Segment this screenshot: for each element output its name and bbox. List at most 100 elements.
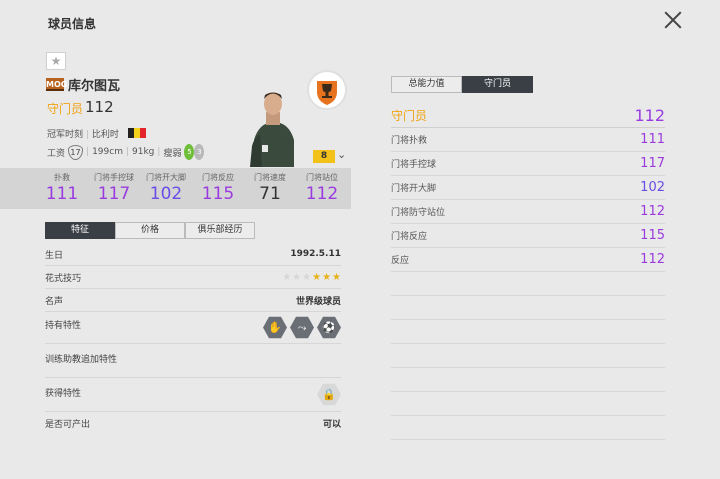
stat-value: 117 [97,184,131,204]
ability-row: 门将扑救 111 [391,128,665,152]
lock-icon: 🔒 [317,383,341,406]
ability-header-value: 112 [634,106,665,125]
club-nation-line: 冠军时刻 | 比利时 [47,130,119,140]
fame-value: 世界级球员 [295,296,341,307]
left-foot-value: 5 [184,144,195,160]
ability-value: 112 [640,252,665,267]
tab-goalkeeper[interactable]: 守门员 [462,76,533,93]
ability-empty-row [391,416,665,440]
nation-name: 比利时 [91,130,119,140]
coach-traits-label: 训练助教追加特性 [45,355,118,365]
favorite-star-icon[interactable]: ★ [46,52,66,70]
ability-value: 102 [640,180,665,195]
stat-label: 门将站位 [306,173,338,182]
tab-overall-ability[interactable]: 总能力值 [391,76,462,93]
ability-value: 115 [640,228,665,243]
body-type: 瘦弱 [163,148,182,159]
stat-item: 扑救 111 [36,168,88,209]
skill-row: 花式技巧 ★ ★ ★ ★ ★ ★ [45,266,341,289]
stat-label: 门将速度 [254,173,286,182]
star-icon: ★ [322,271,332,283]
kick-trait-icon[interactable]: ⚽ [317,316,341,339]
ability-empty-row [391,344,665,368]
birthday-row: 生日 1992.5.11 [45,243,341,266]
weight-value: 91kg [132,147,155,157]
ability-empty-row [391,320,665,344]
trait-icons: ✋ ⤳ ⚽ [263,316,341,340]
level-badge[interactable]: 8 [313,150,335,163]
ability-row: 门将开大脚 102 [391,176,665,200]
salary-value: 17 [68,144,84,160]
page-title: 球员信息 [48,17,97,31]
club-name: 冠军时刻 [47,130,84,140]
info-tabs: 特征 价格 俱乐部经历 [45,222,255,239]
ability-label: 门将扑救 [391,136,428,146]
stat-label: 扑救 [54,173,70,182]
stat-value: 112 [305,184,339,204]
ability-label: 门将反应 [391,232,428,242]
ability-label: 门将开大脚 [391,184,437,194]
ability-row: 反应 112 [391,248,665,272]
glove-trait-icon[interactable]: ✋ [263,316,287,339]
coach-traits-row: 训练助教追加特性 [45,344,341,378]
star-icon: ★ [332,271,341,283]
ability-row: 门将防守站位 112 [391,200,665,224]
ability-label: 门将防守站位 [391,208,446,218]
player-photo [248,90,300,167]
stat-item: 门将反应 115 [192,168,244,209]
player-overall: 112 [85,98,114,116]
acquire-traits-row: 获得特性 🔒 [45,378,341,412]
fame-row: 名声 世界级球员 [45,289,341,312]
stat-label: 门将开大脚 [146,173,186,182]
tab-price[interactable]: 价格 [115,222,185,239]
player-position: 守门员 [47,102,84,116]
tab-features[interactable]: 特征 [45,222,115,239]
player-name: 库尔图瓦 [68,79,121,94]
star-icon: ★ [302,271,312,283]
stat-value: 102 [149,184,183,204]
stat-label: 门将手控球 [94,173,134,182]
salary-label: 工资 [47,148,66,159]
tab-club-history[interactable]: 俱乐部经历 [185,222,255,239]
main-stats-bar: 扑救 111 门将手控球 117 门将开大脚 102 门将反应 115 门将速度 71 门将站位 11… [0,168,351,209]
stat-value: 111 [45,184,79,204]
ability-label: 反应 [391,256,410,266]
stat-item: 门将手控球 117 [88,168,140,209]
chevron-down-icon[interactable]: ⌄ [337,148,346,161]
stat-item: 门将站位 112 [296,168,348,209]
skill-stars: ★ ★ ★ ★ ★ ★ [282,272,341,283]
fame-label: 名声 [45,296,64,307]
acquire-traits-label: 获得特性 [45,389,82,399]
ability-empty-row [391,392,665,416]
ability-header-label: 守门员 [391,109,428,123]
dive-trait-icon[interactable]: ⤳ [290,316,314,339]
ability-label: 门将手控球 [391,160,437,170]
produce-row: 是否可产出 可以 [45,412,341,435]
stat-item: 门将开大脚 102 [140,168,192,209]
ability-row: 门将手控球 117 [391,152,665,176]
close-icon[interactable] [662,9,684,31]
stat-value: 71 [259,184,281,204]
birthday-value: 1992.5.11 [290,249,341,259]
team-badge [307,70,347,110]
star-icon: ★ [312,271,322,283]
ability-value: 117 [640,156,665,171]
skill-label: 花式技巧 [45,273,82,284]
ability-value: 112 [640,204,665,219]
ability-empty-row [391,272,665,296]
stat-label: 门将反应 [202,173,234,182]
stat-item: 门将速度 71 [244,168,296,209]
ability-empty-row [391,296,665,320]
produce-value: 可以 [322,420,341,430]
birthday-label: 生日 [45,250,64,261]
ability-header: 守门员 112 [391,104,665,128]
player-attributes: 工资 17 | 199cm | 91kg | 瘦弱 5 3 [47,144,205,160]
ability-value: 111 [640,132,665,147]
star-icon: ★ [292,271,302,283]
season-badge: MOG [46,78,68,91]
belgium-flag-icon [128,128,146,138]
ability-empty-row [391,368,665,392]
height-value: 199cm [92,147,123,157]
traits-label: 持有特性 [45,321,82,331]
ability-row: 门将反应 115 [391,224,665,248]
